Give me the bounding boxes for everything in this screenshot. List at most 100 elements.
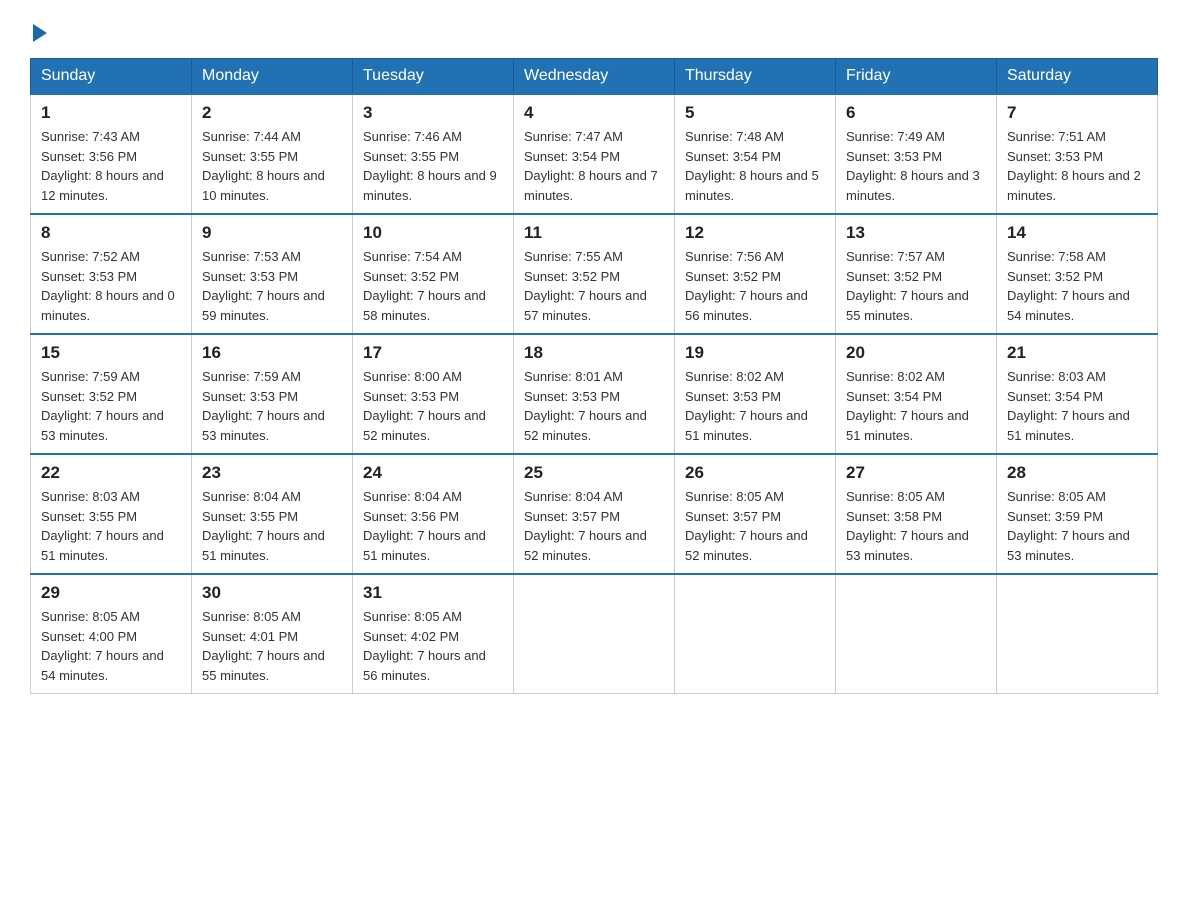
calendar-cell: 12Sunrise: 7:56 AMSunset: 3:52 PMDayligh… (675, 214, 836, 334)
day-info: Sunrise: 7:49 AMSunset: 3:53 PMDaylight:… (846, 127, 986, 205)
column-header-sunday: Sunday (31, 59, 192, 95)
calendar-cell: 19 Sunrise: 8:02 AMSunset: 3:53 PMDayligh… (675, 334, 836, 454)
day-number: 22 (41, 463, 181, 483)
week-row-3: 15 Sunrise: 7:59 AMSunset: 3:52 PMDayligh… (31, 334, 1158, 454)
day-number: 18 (524, 343, 664, 363)
day-info: Sunrise: 7:59 AMSunset: 3:52 PMDaylight:… (41, 367, 181, 445)
day-number: 7 (1007, 103, 1147, 123)
week-row-2: 8 Sunrise: 7:52 AMSunset: 3:53 PMDaylight… (31, 214, 1158, 334)
day-info: Sunrise: 8:05 AMSunset: 4:00 PMDaylight:… (41, 607, 181, 685)
day-info: Sunrise: 7:53 AMSunset: 3:53 PMDaylight:… (202, 247, 342, 325)
day-number: 5 (685, 103, 825, 123)
calendar-cell: 15 Sunrise: 7:59 AMSunset: 3:52 PMDayligh… (31, 334, 192, 454)
calendar-cell: 13Sunrise: 7:57 AMSunset: 3:52 PMDayligh… (836, 214, 997, 334)
day-number: 6 (846, 103, 986, 123)
day-info: Sunrise: 7:51 AMSunset: 3:53 PMDaylight:… (1007, 127, 1147, 205)
day-info: Sunrise: 7:43 AMSunset: 3:56 PMDaylight:… (41, 127, 181, 205)
calendar-cell: 21 Sunrise: 8:03 AMSunset: 3:54 PMDayligh… (997, 334, 1158, 454)
day-info: Sunrise: 8:04 AMSunset: 3:57 PMDaylight:… (524, 487, 664, 565)
calendar-cell: 23 Sunrise: 8:04 AMSunset: 3:55 PMDayligh… (192, 454, 353, 574)
calendar-cell: 16 Sunrise: 7:59 AMSunset: 3:53 PMDayligh… (192, 334, 353, 454)
day-info: Sunrise: 7:55 AMSunset: 3:52 PMDaylight:… (524, 247, 664, 325)
day-number: 10 (363, 223, 503, 243)
calendar-cell: 30 Sunrise: 8:05 AMSunset: 4:01 PMDayligh… (192, 574, 353, 694)
day-number: 14 (1007, 223, 1147, 243)
day-info: Sunrise: 7:56 AMSunset: 3:52 PMDaylight:… (685, 247, 825, 325)
calendar-cell: 5 Sunrise: 7:48 AMSunset: 3:54 PMDaylight… (675, 94, 836, 214)
day-number: 28 (1007, 463, 1147, 483)
calendar-cell (514, 574, 675, 694)
day-number: 17 (363, 343, 503, 363)
column-header-friday: Friday (836, 59, 997, 95)
day-number: 21 (1007, 343, 1147, 363)
day-info: Sunrise: 7:52 AMSunset: 3:53 PMDaylight:… (41, 247, 181, 325)
day-info: Sunrise: 8:05 AMSunset: 3:58 PMDaylight:… (846, 487, 986, 565)
day-number: 3 (363, 103, 503, 123)
calendar-header-row: SundayMondayTuesdayWednesdayThursdayFrid… (31, 59, 1158, 95)
calendar-cell: 22 Sunrise: 8:03 AMSunset: 3:55 PMDayligh… (31, 454, 192, 574)
calendar-cell: 24 Sunrise: 8:04 AMSunset: 3:56 PMDayligh… (353, 454, 514, 574)
day-number: 4 (524, 103, 664, 123)
day-info: Sunrise: 7:48 AMSunset: 3:54 PMDaylight:… (685, 127, 825, 205)
calendar-cell: 14 Sunrise: 7:58 AMSunset: 3:52 PMDayligh… (997, 214, 1158, 334)
calendar-cell (675, 574, 836, 694)
day-info: Sunrise: 8:03 AMSunset: 3:54 PMDaylight:… (1007, 367, 1147, 445)
calendar-cell: 26Sunrise: 8:05 AMSunset: 3:57 PMDayligh… (675, 454, 836, 574)
day-info: Sunrise: 8:02 AMSunset: 3:53 PMDaylight:… (685, 367, 825, 445)
column-header-thursday: Thursday (675, 59, 836, 95)
day-info: Sunrise: 7:59 AMSunset: 3:53 PMDaylight:… (202, 367, 342, 445)
day-info: Sunrise: 8:01 AMSunset: 3:53 PMDaylight:… (524, 367, 664, 445)
day-number: 30 (202, 583, 342, 603)
day-number: 19 (685, 343, 825, 363)
day-info: Sunrise: 8:05 AMSunset: 4:02 PMDaylight:… (363, 607, 503, 685)
day-info: Sunrise: 8:04 AMSunset: 3:55 PMDaylight:… (202, 487, 342, 565)
column-header-tuesday: Tuesday (353, 59, 514, 95)
day-info: Sunrise: 7:44 AMSunset: 3:55 PMDaylight:… (202, 127, 342, 205)
day-number: 27 (846, 463, 986, 483)
calendar-cell: 8 Sunrise: 7:52 AMSunset: 3:53 PMDaylight… (31, 214, 192, 334)
calendar-cell: 9 Sunrise: 7:53 AMSunset: 3:53 PMDaylight… (192, 214, 353, 334)
day-number: 20 (846, 343, 986, 363)
calendar-cell: 7 Sunrise: 7:51 AMSunset: 3:53 PMDaylight… (997, 94, 1158, 214)
day-info: Sunrise: 8:03 AMSunset: 3:55 PMDaylight:… (41, 487, 181, 565)
day-number: 26 (685, 463, 825, 483)
calendar-cell: 10 Sunrise: 7:54 AMSunset: 3:52 PMDayligh… (353, 214, 514, 334)
calendar-cell: 6 Sunrise: 7:49 AMSunset: 3:53 PMDaylight… (836, 94, 997, 214)
calendar-cell: 18 Sunrise: 8:01 AMSunset: 3:53 PMDayligh… (514, 334, 675, 454)
day-info: Sunrise: 7:54 AMSunset: 3:52 PMDaylight:… (363, 247, 503, 325)
day-number: 2 (202, 103, 342, 123)
day-number: 16 (202, 343, 342, 363)
calendar-cell: 1 Sunrise: 7:43 AMSunset: 3:56 PMDaylight… (31, 94, 192, 214)
column-header-saturday: Saturday (997, 59, 1158, 95)
calendar-cell: 27 Sunrise: 8:05 AMSunset: 3:58 PMDayligh… (836, 454, 997, 574)
day-number: 29 (41, 583, 181, 603)
calendar-cell: 4 Sunrise: 7:47 AMSunset: 3:54 PMDaylight… (514, 94, 675, 214)
day-number: 24 (363, 463, 503, 483)
week-row-5: 29 Sunrise: 8:05 AMSunset: 4:00 PMDayligh… (31, 574, 1158, 694)
day-info: Sunrise: 8:04 AMSunset: 3:56 PMDaylight:… (363, 487, 503, 565)
calendar-table: SundayMondayTuesdayWednesdayThursdayFrid… (30, 58, 1158, 694)
calendar-cell: 3 Sunrise: 7:46 AMSunset: 3:55 PMDaylight… (353, 94, 514, 214)
day-number: 1 (41, 103, 181, 123)
day-number: 8 (41, 223, 181, 243)
day-info: Sunrise: 8:02 AMSunset: 3:54 PMDaylight:… (846, 367, 986, 445)
day-info: Sunrise: 7:46 AMSunset: 3:55 PMDaylight:… (363, 127, 503, 205)
day-number: 25 (524, 463, 664, 483)
calendar-cell: 31 Sunrise: 8:05 AMSunset: 4:02 PMDayligh… (353, 574, 514, 694)
calendar-cell: 28Sunrise: 8:05 AMSunset: 3:59 PMDayligh… (997, 454, 1158, 574)
calendar-cell: 29 Sunrise: 8:05 AMSunset: 4:00 PMDayligh… (31, 574, 192, 694)
day-number: 23 (202, 463, 342, 483)
day-info: Sunrise: 7:58 AMSunset: 3:52 PMDaylight:… (1007, 247, 1147, 325)
logo-arrow-icon (33, 24, 47, 42)
day-number: 11 (524, 223, 664, 243)
day-number: 9 (202, 223, 342, 243)
day-info: Sunrise: 7:47 AMSunset: 3:54 PMDaylight:… (524, 127, 664, 205)
logo (30, 20, 47, 42)
column-header-monday: Monday (192, 59, 353, 95)
calendar-cell: 20 Sunrise: 8:02 AMSunset: 3:54 PMDayligh… (836, 334, 997, 454)
column-header-wednesday: Wednesday (514, 59, 675, 95)
day-number: 31 (363, 583, 503, 603)
day-number: 15 (41, 343, 181, 363)
calendar-cell: 11 Sunrise: 7:55 AMSunset: 3:52 PMDayligh… (514, 214, 675, 334)
day-info: Sunrise: 8:05 AMSunset: 4:01 PMDaylight:… (202, 607, 342, 685)
